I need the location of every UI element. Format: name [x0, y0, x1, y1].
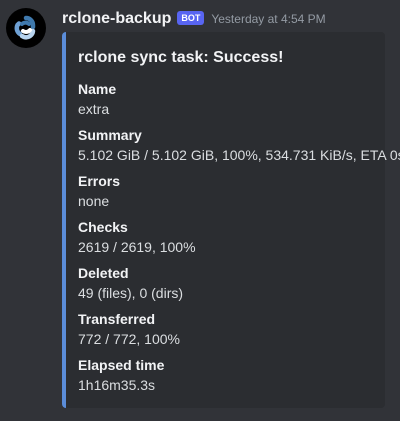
field-value: 1h16m35.3s [78, 377, 156, 393]
field-value: none [78, 193, 110, 209]
field-deleted: Deleted 49 (files), 0 (dirs) [78, 264, 400, 310]
message-header: rclone-backup BOT Yesterday at 4:54 PM [62, 9, 326, 29]
field-label: Deleted [78, 265, 129, 281]
field-value: 2619 / 2619, 100% [78, 239, 196, 255]
avatar[interactable] [6, 8, 46, 48]
field-value: 49 (files), 0 (dirs) [78, 285, 184, 301]
field-label: Checks [78, 219, 128, 235]
field-name-entry: Name extra [78, 80, 400, 126]
embed-card: rclone sync task: Success! Name extra Su… [62, 32, 400, 408]
field-value: 5.102 GiB / 5.102 GiB, 100%, 534.731 KiB… [78, 147, 400, 163]
field-elapsed-time: Elapsed time 1h16m35.3s [78, 356, 400, 402]
bot-tag: BOT [177, 11, 205, 25]
field-label: Name [78, 81, 117, 97]
embed-title: rclone sync task: Success! [78, 49, 284, 66]
timestamp[interactable]: Yesterday at 4:54 PM [211, 12, 325, 26]
field-summary: Summary 5.102 GiB / 5.102 GiB, 100%, 534… [78, 126, 400, 172]
username[interactable]: rclone-backup [62, 10, 171, 28]
field-transferred: Transferred 772 / 772, 100% [78, 310, 400, 356]
field-label: Transferred [78, 311, 156, 327]
field-label: Errors [78, 173, 121, 189]
field-value: 772 / 772, 100% [78, 331, 180, 347]
field-value: extra [78, 101, 110, 117]
embed-fields: Name extra Summary 5.102 GiB / 5.102 GiB… [78, 80, 400, 402]
field-label: Elapsed time [78, 357, 165, 373]
rclone-logo-icon [14, 15, 36, 40]
field-checks: Checks 2619 / 2619, 100% [78, 218, 400, 264]
chat-message: rclone-backup BOT Yesterday at 4:54 PM r… [0, 0, 400, 421]
field-label: Summary [78, 127, 142, 143]
field-errors: Errors none [78, 172, 400, 218]
